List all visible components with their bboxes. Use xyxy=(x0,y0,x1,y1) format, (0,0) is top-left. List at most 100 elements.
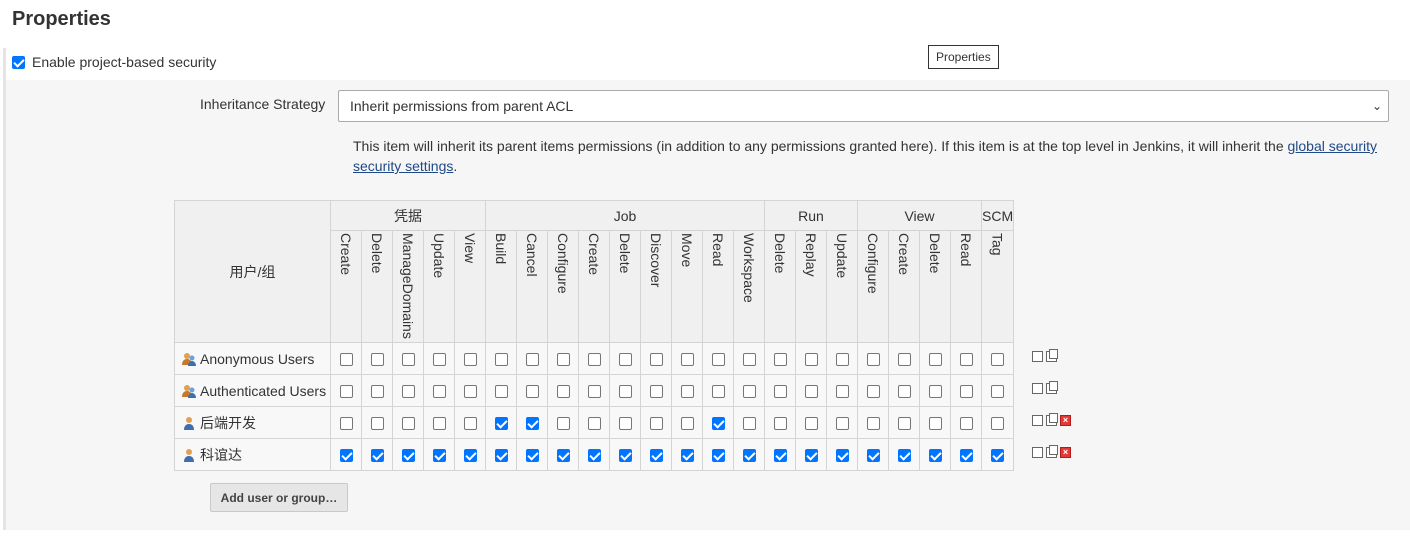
permission-checkbox[interactable] xyxy=(711,385,725,399)
permission-checkbox[interactable] xyxy=(339,353,353,367)
permission-checkbox[interactable] xyxy=(711,449,725,463)
permission-checkbox[interactable] xyxy=(928,353,942,367)
remove-icon[interactable]: × xyxy=(1060,415,1071,426)
permission-checkbox[interactable] xyxy=(680,417,694,431)
permission-checkbox[interactable] xyxy=(463,449,477,463)
permission-checkbox[interactable] xyxy=(897,353,911,367)
permission-checkbox[interactable] xyxy=(618,417,632,431)
permission-checkbox[interactable] xyxy=(680,385,694,399)
permission-checkbox[interactable] xyxy=(339,385,353,399)
permission-checkbox[interactable] xyxy=(804,353,818,367)
permission-checkbox[interactable] xyxy=(835,385,849,399)
permission-checkbox[interactable] xyxy=(804,417,818,431)
permission-checkbox[interactable] xyxy=(959,449,973,463)
add-user-or-group-button[interactable]: Add user or group… xyxy=(210,483,348,512)
permission-checkbox[interactable] xyxy=(649,385,663,399)
permission-checkbox[interactable] xyxy=(370,353,384,367)
permission-checkbox[interactable] xyxy=(773,353,787,367)
permission-checkbox[interactable] xyxy=(835,353,849,367)
permission-checkbox[interactable] xyxy=(525,417,539,431)
permission-checkbox[interactable] xyxy=(370,417,384,431)
permission-checkbox[interactable] xyxy=(525,449,539,463)
permission-checkbox[interactable] xyxy=(991,417,1005,431)
permission-checkbox[interactable] xyxy=(804,385,818,399)
permission-checkbox[interactable] xyxy=(339,449,353,463)
permission-checkbox[interactable] xyxy=(742,385,756,399)
permission-checkbox[interactable] xyxy=(897,449,911,463)
permission-checkbox[interactable] xyxy=(711,353,725,367)
permission-checkbox[interactable] xyxy=(401,385,415,399)
permission-checkbox[interactable] xyxy=(494,449,508,463)
permission-checkbox[interactable] xyxy=(401,353,415,367)
permission-checkbox[interactable] xyxy=(432,385,446,399)
permission-checkbox[interactable] xyxy=(897,417,911,431)
permission-checkbox[interactable] xyxy=(556,353,570,367)
permission-checkbox[interactable] xyxy=(866,449,880,463)
permission-checkbox[interactable] xyxy=(991,353,1005,367)
inheritance-strategy-select[interactable]: Inherit permissions from parent ACL ⌄ xyxy=(338,90,1389,122)
permission-checkbox[interactable] xyxy=(928,385,942,399)
select-all-icon[interactable] xyxy=(1032,447,1043,458)
permission-checkbox[interactable] xyxy=(773,417,787,431)
permission-checkbox[interactable] xyxy=(897,385,911,399)
permission-checkbox[interactable] xyxy=(556,449,570,463)
permission-checkbox[interactable] xyxy=(928,417,942,431)
unselect-all-icon[interactable] xyxy=(1046,413,1058,426)
permission-checkbox[interactable] xyxy=(866,353,880,367)
permission-checkbox[interactable] xyxy=(525,353,539,367)
permission-checkbox[interactable] xyxy=(680,449,694,463)
permission-checkbox[interactable] xyxy=(556,417,570,431)
permission-checkbox[interactable] xyxy=(991,385,1005,399)
permission-checkbox[interactable] xyxy=(339,417,353,431)
enable-security-checkbox[interactable] xyxy=(12,55,25,69)
permission-checkbox[interactable] xyxy=(432,449,446,463)
permission-checkbox[interactable] xyxy=(742,449,756,463)
permission-checkbox[interactable] xyxy=(866,417,880,431)
unselect-all-icon[interactable] xyxy=(1046,381,1058,394)
permission-checkbox[interactable] xyxy=(804,449,818,463)
permission-checkbox[interactable] xyxy=(618,385,632,399)
permission-checkbox[interactable] xyxy=(587,417,601,431)
permission-checkbox[interactable] xyxy=(649,417,663,431)
permission-checkbox[interactable] xyxy=(773,449,787,463)
permission-checkbox[interactable] xyxy=(959,353,973,367)
permission-checkbox[interactable] xyxy=(618,353,632,367)
permission-checkbox[interactable] xyxy=(525,385,539,399)
permission-checkbox[interactable] xyxy=(587,353,601,367)
remove-icon[interactable]: × xyxy=(1060,447,1071,458)
permission-checkbox[interactable] xyxy=(618,449,632,463)
permission-checkbox[interactable] xyxy=(680,353,694,367)
permission-checkbox[interactable] xyxy=(587,449,601,463)
permission-checkbox[interactable] xyxy=(494,353,508,367)
permission-checkbox[interactable] xyxy=(463,417,477,431)
permission-checkbox[interactable] xyxy=(494,385,508,399)
select-all-icon[interactable] xyxy=(1032,415,1043,426)
permission-checkbox[interactable] xyxy=(959,417,973,431)
permission-checkbox[interactable] xyxy=(649,353,663,367)
select-all-icon[interactable] xyxy=(1032,383,1043,394)
permission-checkbox[interactable] xyxy=(370,449,384,463)
enable-security-row[interactable]: Enable project-based security xyxy=(12,54,216,70)
permission-checkbox[interactable] xyxy=(742,353,756,367)
permission-checkbox[interactable] xyxy=(463,353,477,367)
permission-checkbox[interactable] xyxy=(401,417,415,431)
permission-checkbox[interactable] xyxy=(991,449,1005,463)
select-all-icon[interactable] xyxy=(1032,351,1043,362)
permission-checkbox[interactable] xyxy=(494,417,508,431)
permission-checkbox[interactable] xyxy=(866,385,880,399)
unselect-all-icon[interactable] xyxy=(1046,349,1058,362)
permission-checkbox[interactable] xyxy=(556,385,570,399)
permission-checkbox[interactable] xyxy=(959,385,973,399)
permission-checkbox[interactable] xyxy=(835,449,849,463)
permission-checkbox[interactable] xyxy=(649,449,663,463)
permission-checkbox[interactable] xyxy=(742,417,756,431)
unselect-all-icon[interactable] xyxy=(1046,445,1058,458)
permission-checkbox[interactable] xyxy=(711,417,725,431)
permission-checkbox[interactable] xyxy=(928,449,942,463)
permission-checkbox[interactable] xyxy=(587,385,601,399)
permission-checkbox[interactable] xyxy=(773,385,787,399)
permission-checkbox[interactable] xyxy=(835,417,849,431)
permission-checkbox[interactable] xyxy=(370,385,384,399)
permission-checkbox[interactable] xyxy=(432,417,446,431)
permission-checkbox[interactable] xyxy=(463,385,477,399)
